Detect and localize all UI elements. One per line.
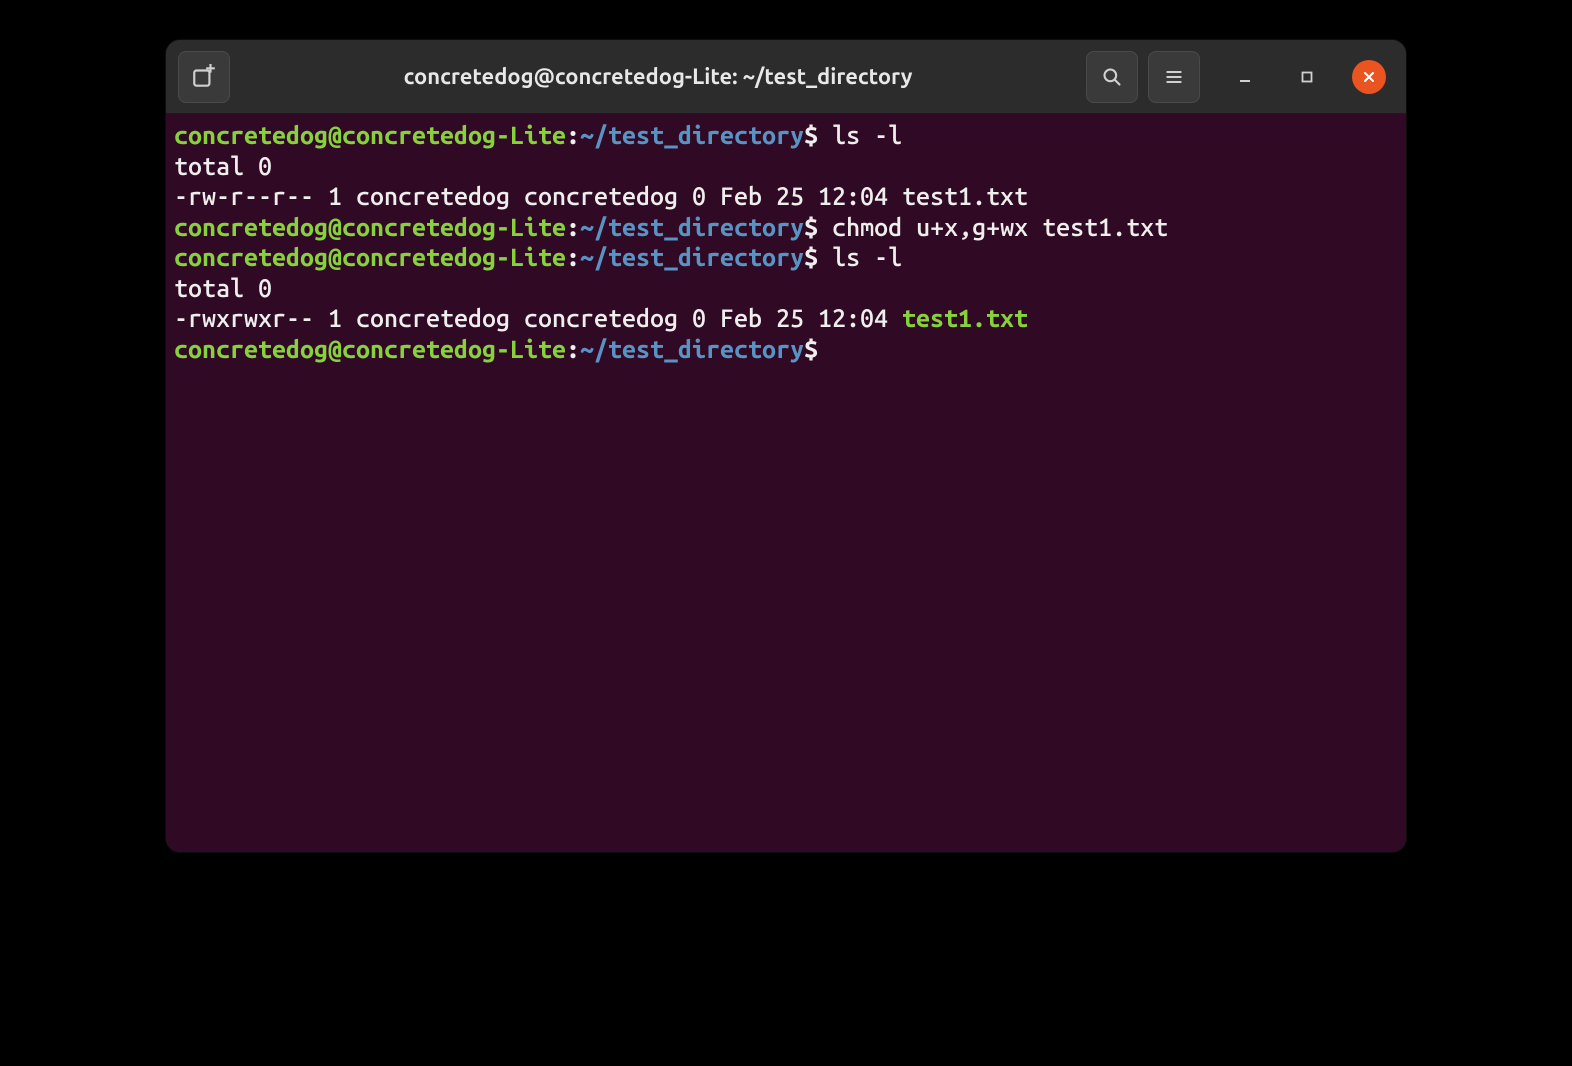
prompt-user-host: concretedog@concretedog-Lite [174, 335, 566, 363]
prompt-path: ~/test_directory [580, 121, 804, 149]
window-controls [1228, 60, 1386, 94]
close-button[interactable] [1352, 60, 1386, 94]
output-text: -rw-r--r-- 1 concretedog concretedog 0 F… [174, 182, 1028, 210]
prompt-dollar: $ [804, 213, 832, 241]
terminal-line: concretedog@concretedog-Lite:~/test_dire… [174, 334, 1398, 365]
new-tab-icon [191, 64, 217, 90]
maximize-button[interactable] [1290, 60, 1324, 94]
header-right [1086, 51, 1394, 103]
titlebar: concretedog@concretedog-Lite: ~/test_dir… [166, 40, 1406, 114]
terminal-line: -rwxrwxr-- 1 concretedog concretedog 0 F… [174, 303, 1398, 334]
terminal-line: concretedog@concretedog-Lite:~/test_dire… [174, 212, 1398, 243]
window-title: concretedog@concretedog-Lite: ~/test_dir… [240, 64, 1076, 89]
menu-button[interactable] [1148, 51, 1200, 103]
prompt-dollar: $ [804, 243, 832, 271]
terminal-line: concretedog@concretedog-Lite:~/test_dire… [174, 120, 1398, 151]
prompt-path: ~/test_directory [580, 243, 804, 271]
terminal-body[interactable]: concretedog@concretedog-Lite:~/test_dire… [166, 114, 1406, 852]
prompt-user-host: concretedog@concretedog-Lite [174, 213, 566, 241]
prompt-path: ~/test_directory [580, 335, 804, 363]
terminal-line: total 0 [174, 273, 1398, 304]
prompt-user-host: concretedog@concretedog-Lite [174, 121, 566, 149]
prompt-colon: : [566, 121, 580, 149]
command-text: ls -l [832, 243, 902, 271]
terminal-window: concretedog@concretedog-Lite: ~/test_dir… [166, 40, 1406, 852]
command-text: chmod u+x,g+wx test1.txt [832, 213, 1168, 241]
output-text: total 0 [174, 152, 272, 180]
hamburger-icon [1164, 67, 1184, 87]
prompt-colon: : [566, 243, 580, 271]
output-text: -rwxrwxr-- 1 concretedog concretedog 0 F… [174, 304, 902, 332]
minimize-button[interactable] [1228, 60, 1262, 94]
prompt-colon: : [566, 213, 580, 241]
prompt-dollar: $ [804, 121, 832, 149]
output-text: total 0 [174, 274, 272, 302]
exec-file: test1.txt [902, 304, 1028, 332]
terminal-line: concretedog@concretedog-Lite:~/test_dire… [174, 242, 1398, 273]
command-text: ls -l [832, 121, 902, 149]
terminal-line: total 0 [174, 151, 1398, 182]
prompt-path: ~/test_directory [580, 213, 804, 241]
prompt-colon: : [566, 335, 580, 363]
search-icon [1102, 67, 1122, 87]
minimize-icon [1238, 70, 1252, 84]
close-icon [1362, 70, 1376, 84]
terminal-line: -rw-r--r-- 1 concretedog concretedog 0 F… [174, 181, 1398, 212]
maximize-icon [1300, 70, 1314, 84]
prompt-dollar: $ [804, 335, 832, 363]
prompt-user-host: concretedog@concretedog-Lite [174, 243, 566, 271]
new-tab-button[interactable] [178, 51, 230, 103]
search-button[interactable] [1086, 51, 1138, 103]
